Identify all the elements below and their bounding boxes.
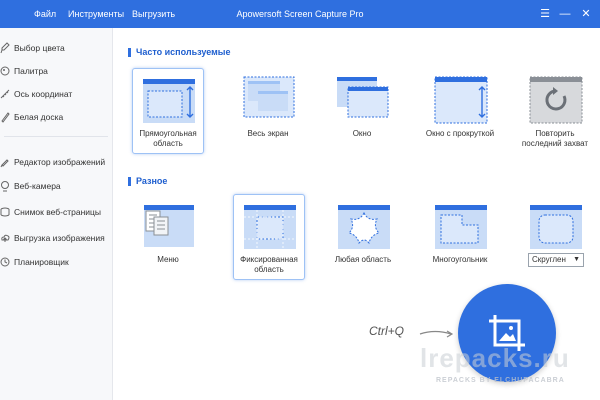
palette-icon bbox=[0, 66, 10, 76]
section-title-frequent: Часто используемые bbox=[128, 47, 231, 57]
sidebar-item-label: Палитра bbox=[14, 66, 48, 76]
menu-tools[interactable]: Инструменты bbox=[68, 9, 124, 19]
rounded-area-icon bbox=[530, 205, 582, 249]
arrow-right-icon bbox=[419, 330, 454, 338]
tile-menu[interactable]: Меню bbox=[132, 194, 204, 280]
scheduler-icon bbox=[0, 257, 10, 267]
tile-label: Многоугольник bbox=[432, 255, 488, 264]
sidebar-item-palette[interactable]: Палитра bbox=[0, 63, 113, 81]
scrolling-window-icon bbox=[434, 76, 488, 124]
menu-icon[interactable]: ☰ bbox=[537, 6, 553, 22]
webpage-icon bbox=[0, 207, 10, 217]
shape-select-value: Скруглен bbox=[532, 255, 566, 264]
upload-icon bbox=[1, 234, 10, 242]
title-bar: Файл Инструменты Выгрузить Apowersoft Sc… bbox=[0, 0, 600, 28]
tile-label: Весь экран bbox=[247, 129, 289, 138]
sidebar-item-whiteboard[interactable]: Белая доска bbox=[0, 109, 113, 127]
sidebar-item-label: Веб-камера bbox=[14, 181, 61, 191]
tile-fixed-area[interactable]: Фиксированная область bbox=[233, 194, 305, 280]
sidebar-divider bbox=[4, 136, 108, 137]
tile-full-screen[interactable]: Весь экран bbox=[232, 68, 304, 154]
fixed-area-icon bbox=[244, 205, 296, 249]
tile-polygon[interactable]: Многоугольник bbox=[424, 194, 496, 280]
shape-select[interactable]: Скруглен ▼ bbox=[528, 253, 584, 267]
sidebar-item-color-picker[interactable]: Выбор цвета bbox=[0, 40, 113, 58]
chevron-down-icon: ▼ bbox=[573, 256, 580, 263]
whiteboard-icon bbox=[1, 112, 10, 123]
sidebar-item-label: Снимок веб-страницы bbox=[14, 207, 102, 217]
repeat-capture-icon bbox=[529, 76, 583, 124]
tile-label: Повторить последний захват bbox=[521, 129, 589, 148]
tile-label: Любая область bbox=[334, 255, 392, 264]
tile-label: Прямоугольная область bbox=[139, 129, 197, 148]
eyedropper-icon bbox=[0, 42, 10, 54]
free-area-icon bbox=[338, 205, 390, 249]
sidebar-item-label: Выбор цвета bbox=[14, 43, 65, 53]
menu-upload[interactable]: Выгрузить bbox=[132, 9, 175, 19]
tile-window[interactable]: Окно bbox=[326, 68, 398, 154]
minimize-icon[interactable]: — bbox=[557, 6, 573, 22]
sidebar-item-label: Ось координат bbox=[14, 89, 73, 99]
sidebar-item-label: Редактор изображений bbox=[14, 157, 106, 167]
menu-file[interactable]: Файл bbox=[34, 9, 56, 19]
window-icon bbox=[337, 77, 389, 118]
tile-rectangle-area[interactable]: Прямоугольная область bbox=[132, 68, 204, 154]
image-editor-icon bbox=[0, 159, 9, 168]
tile-label: Окно bbox=[352, 129, 372, 138]
sidebar-item-label: Белая доска bbox=[14, 112, 64, 122]
section-title-misc: Разное bbox=[128, 176, 167, 186]
webcam-icon bbox=[1, 181, 9, 192]
watermark-subtitle: REPACKS BY ELCHUPACABRA bbox=[436, 377, 565, 384]
tile-label: Меню bbox=[157, 255, 179, 264]
tile-repeat-last-capture[interactable]: Повторить последний захват bbox=[519, 68, 591, 154]
sidebar-item-label: Выгрузка изображения bbox=[14, 233, 105, 243]
tile-label: Окно с прокруткой bbox=[425, 129, 495, 138]
sidebar-item-image-editor[interactable]: Редактор изображений bbox=[0, 154, 113, 172]
polygon-icon bbox=[435, 205, 487, 249]
sidebar-item-label: Планировщик bbox=[14, 257, 69, 267]
sidebar: Выбор цвета Палитра Ось координат Белая … bbox=[0, 28, 113, 400]
watermark: lrepacks.ru bbox=[420, 343, 570, 373]
menu-capture-icon bbox=[144, 205, 194, 247]
sidebar-item-webcam[interactable]: Веб-камера bbox=[0, 178, 113, 196]
rectangle-area-icon bbox=[143, 79, 195, 123]
shortcut-hint: Ctrl+Q bbox=[369, 324, 405, 338]
sidebar-item-webpage-capture[interactable]: Снимок веб-страницы bbox=[0, 204, 113, 222]
tile-scrolling-window[interactable]: Окно с прокруткой bbox=[424, 68, 496, 154]
tile-rounded-area[interactable] bbox=[519, 194, 591, 252]
tile-label: Фиксированная область bbox=[240, 255, 298, 274]
sidebar-item-axis[interactable]: Ось координат bbox=[0, 86, 113, 104]
tile-free-area[interactable]: Любая область bbox=[327, 194, 399, 280]
sidebar-item-image-upload[interactable]: Выгрузка изображения bbox=[0, 230, 113, 248]
ruler-icon bbox=[0, 89, 10, 99]
close-icon[interactable]: ✕ bbox=[578, 6, 594, 22]
sidebar-item-scheduler[interactable]: Планировщик bbox=[0, 254, 113, 272]
full-screen-icon bbox=[243, 76, 295, 118]
